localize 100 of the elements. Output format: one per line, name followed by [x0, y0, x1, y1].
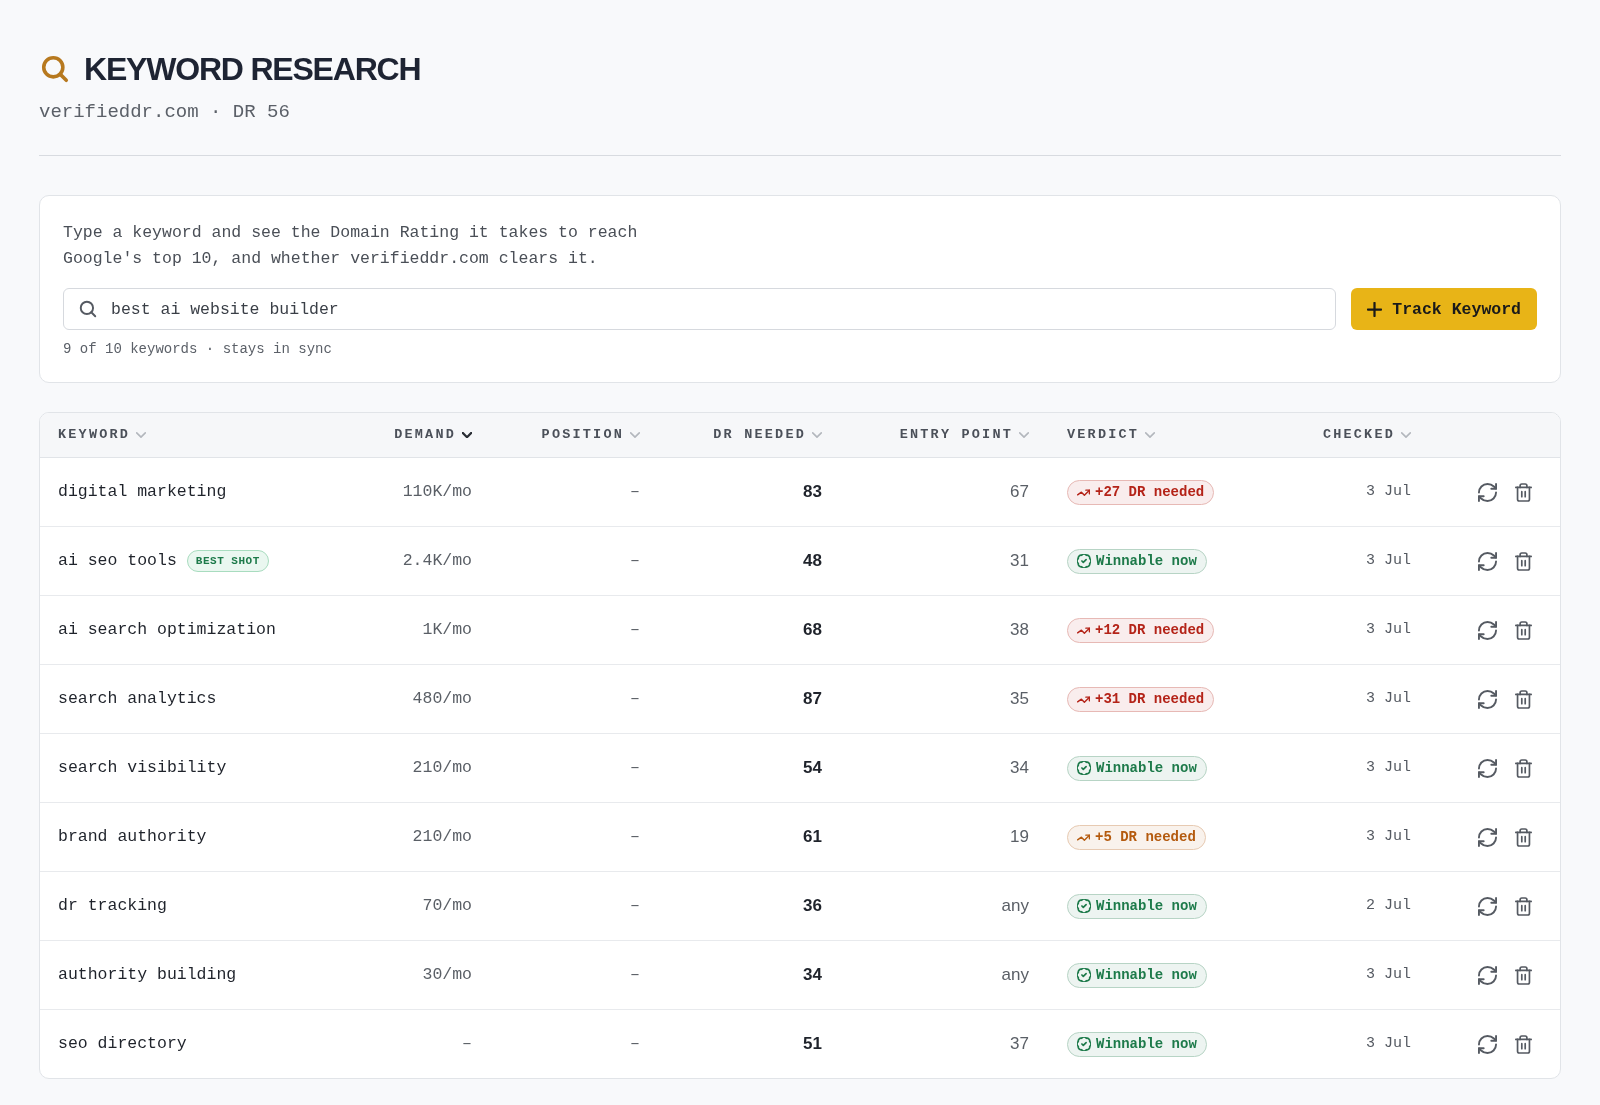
dr-needed-value: 36 [803, 895, 822, 917]
refresh-icon [1478, 965, 1497, 985]
entry-point-value: 19 [1010, 826, 1029, 848]
search-description: Type a keyword and see the Domain Rating it takes to reach Google's top 10, and whether verifieddr.com clears it. [63, 222, 639, 270]
trash-icon [1515, 482, 1532, 502]
demand-value: 30/mo [422, 964, 472, 986]
trend-up-icon [1077, 833, 1090, 841]
verdict-label: Winnable now [1096, 966, 1197, 985]
trash-icon [1515, 758, 1532, 778]
keyword-text: ai search optimization [58, 619, 276, 641]
page-title: KEYWORD RESEARCH [84, 50, 421, 89]
verdict-label: +31 DR needed [1095, 690, 1205, 709]
keyword-text: search analytics [58, 688, 217, 710]
check-badge-icon [1077, 899, 1091, 913]
position-value: – [630, 688, 640, 710]
keyword-text: search visibility [58, 757, 227, 779]
demand-value: 210/mo [412, 826, 472, 848]
dr-needed-value: 68 [803, 619, 822, 641]
dr-needed-value: 83 [803, 481, 822, 503]
dr-needed-value: 48 [803, 550, 822, 572]
search-field[interactable]: best ai website builder [63, 288, 1337, 330]
column-header[interactable]: DR NEEDED [713, 425, 822, 445]
dr-needed-value: 61 [803, 826, 822, 848]
check-badge-icon [1077, 761, 1091, 775]
keyword-text: authority building [58, 964, 237, 986]
search-icon [79, 300, 97, 318]
column-header[interactable]: CHECKED [1322, 425, 1411, 445]
column-header[interactable]: KEYWORD [58, 425, 147, 445]
checked-date: 3 Jul [1366, 620, 1411, 640]
keyword-text: brand authority [58, 826, 207, 848]
trash-icon [1515, 827, 1532, 847]
position-value: – [630, 895, 640, 917]
entry-point-value: 31 [1010, 550, 1029, 572]
demand-value: 210/mo [412, 757, 472, 779]
refresh-icon [1478, 689, 1497, 709]
dr-needed-value: 51 [803, 1033, 822, 1055]
column-header[interactable]: POSITION [541, 425, 640, 445]
trash-icon [1515, 620, 1532, 640]
verdict-label: Winnable now [1096, 759, 1197, 778]
demand-value: 480/mo [412, 688, 472, 710]
refresh-icon [1478, 1034, 1497, 1054]
demand-value: 1K/mo [422, 619, 472, 641]
verdict-label: Winnable now [1096, 897, 1197, 916]
checked-date: 3 Jul [1366, 1034, 1411, 1054]
trend-up-icon [1077, 488, 1090, 496]
check-badge-icon [1077, 554, 1091, 568]
checked-date: 3 Jul [1366, 689, 1411, 709]
plus-icon [1367, 301, 1383, 317]
checked-date: 3 Jul [1366, 965, 1411, 985]
checked-date: 3 Jul [1366, 482, 1411, 502]
position-value: – [630, 481, 640, 503]
dr-needed-value: 34 [803, 964, 822, 986]
demand-value: – [462, 1033, 472, 1055]
entry-point-value: 35 [1010, 688, 1029, 710]
verdict-label: +27 DR needed [1095, 483, 1205, 502]
trash-icon [1515, 896, 1532, 916]
entry-point-value: 34 [1010, 757, 1029, 779]
search-icon [41, 55, 69, 83]
demand-value: 110K/mo [402, 481, 472, 503]
refresh-icon [1478, 827, 1497, 847]
trash-icon [1515, 1034, 1532, 1054]
track-keyword-button[interactable]: Track Keyword [1351, 288, 1537, 330]
position-value: – [630, 964, 640, 986]
position-value: – [630, 826, 640, 848]
checked-date: 3 Jul [1366, 551, 1411, 571]
entry-point-value: 37 [1010, 1033, 1029, 1055]
verdict-label: +5 DR needed [1095, 828, 1196, 847]
checked-date: 3 Jul [1366, 758, 1411, 778]
dr-needed-value: 54 [803, 757, 822, 779]
entry-point-value: any [1001, 895, 1029, 917]
refresh-icon [1478, 896, 1497, 916]
column-header[interactable]: ENTRY POINT [899, 425, 1029, 445]
check-badge-icon [1077, 968, 1091, 982]
dr-needed-value: 87 [803, 688, 822, 710]
refresh-icon [1478, 620, 1497, 640]
keyword-text: seo directory [58, 1033, 187, 1055]
verdict-label: Winnable now [1096, 552, 1197, 571]
entry-point-value: 67 [1010, 481, 1029, 503]
refresh-icon [1478, 758, 1497, 778]
keyword-text: dr tracking [58, 895, 167, 917]
column-header[interactable]: VERDICT [1067, 425, 1156, 445]
checked-date: 3 Jul [1366, 827, 1411, 847]
keyword-count-text: 9 of 10 keywords · stays in sync [63, 340, 333, 359]
position-value: – [630, 757, 640, 779]
trash-icon [1515, 551, 1532, 571]
keyword-text: digital marketing [58, 481, 227, 503]
trash-icon [1515, 965, 1532, 985]
demand-value: 2.4K/mo [402, 550, 472, 572]
position-value: – [630, 550, 640, 572]
refresh-icon [1478, 551, 1497, 571]
verdict-label: Winnable now [1096, 1035, 1197, 1054]
trend-up-icon [1077, 695, 1090, 703]
keyword-text: ai seo tools [58, 550, 177, 572]
trend-up-icon [1077, 626, 1090, 634]
page-subtitle: verifieddr.com · DR 56 [39, 100, 291, 124]
check-badge-icon [1077, 1037, 1091, 1051]
demand-value: 70/mo [422, 895, 472, 917]
trash-icon [1515, 689, 1532, 709]
keyword-tag: BEST SHOT [186, 550, 269, 572]
column-header[interactable]: DEMAND [394, 425, 472, 445]
